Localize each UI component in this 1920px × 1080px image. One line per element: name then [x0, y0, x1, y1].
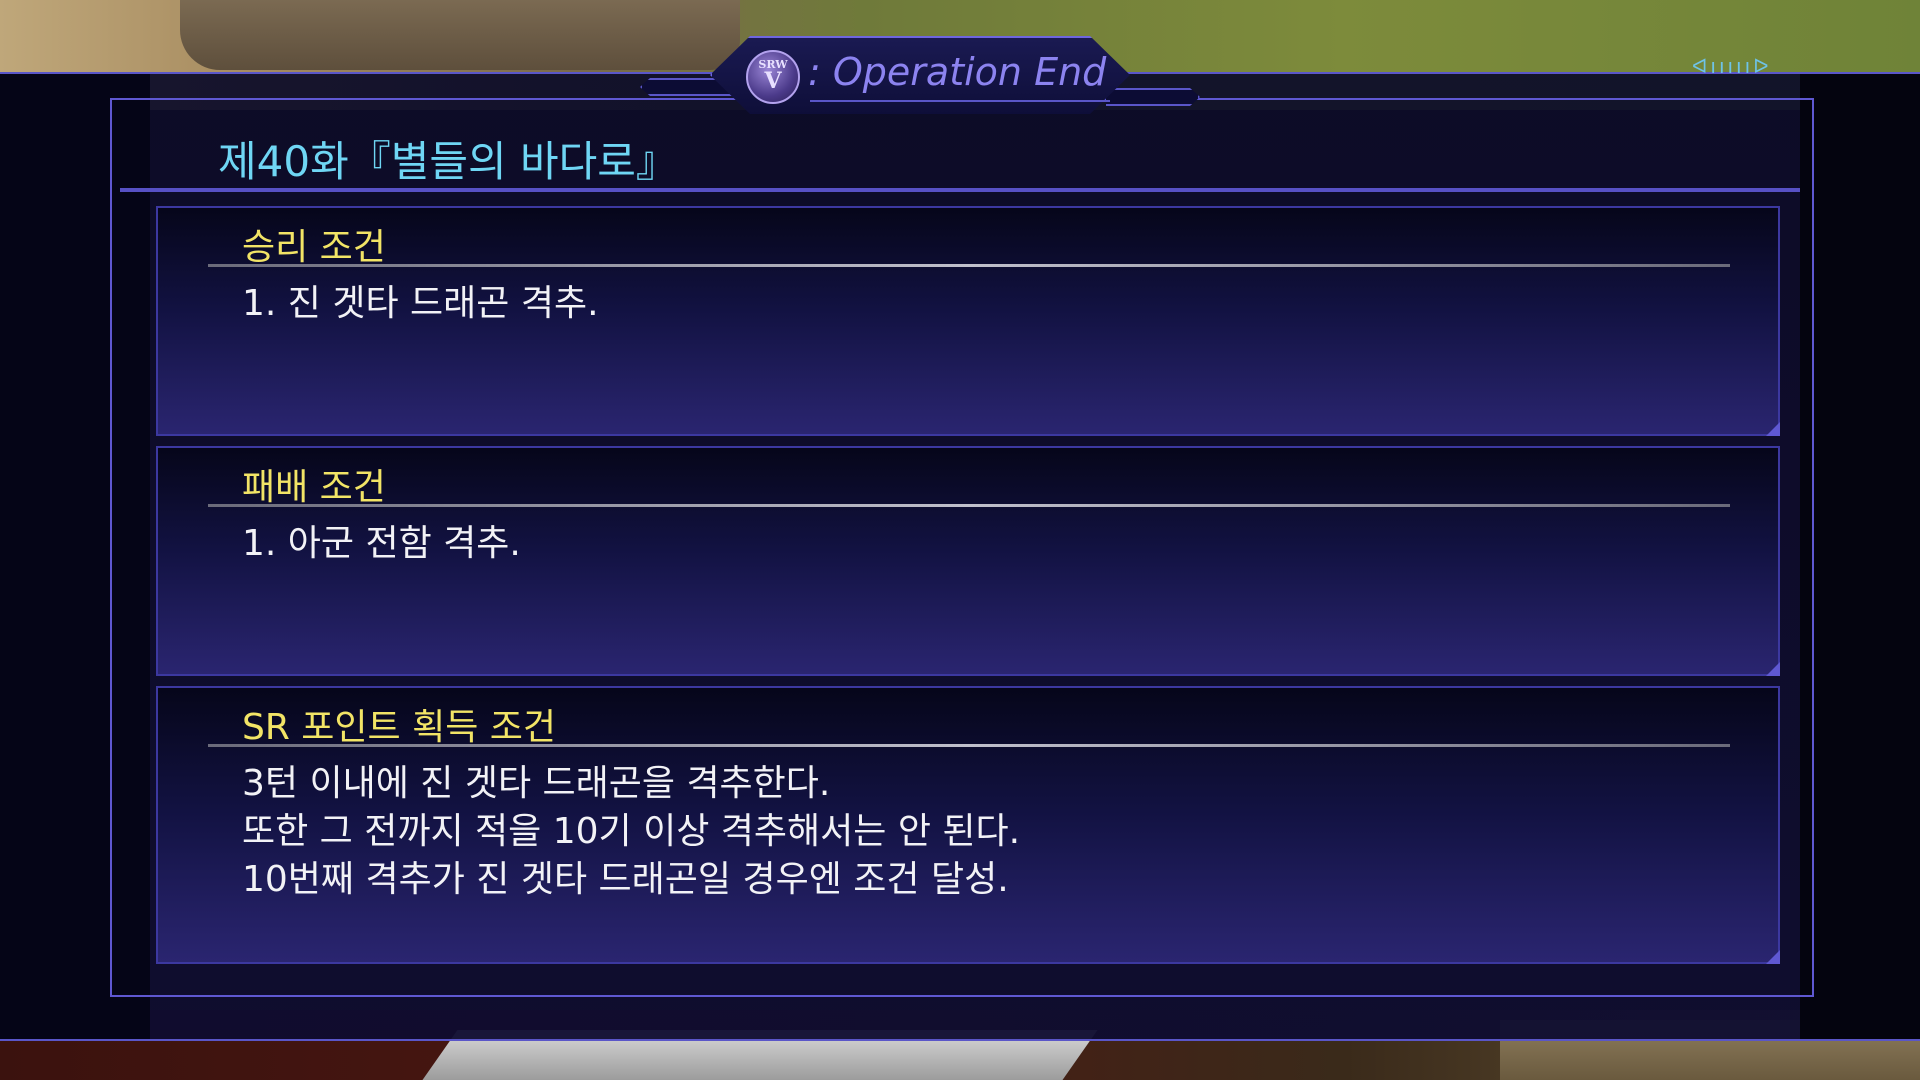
condition-line: 10번째 격추가 진 겟타 드래곤일 경우엔 조건 달성. [242, 859, 1009, 900]
operation-title: : Operation End [808, 50, 1107, 94]
header-underline [810, 100, 1110, 102]
victory-conditions-heading: 승리 조건 [242, 227, 386, 268]
defeat-conditions-box: 패배 조건 1. 아군 전함 격추. [156, 446, 1780, 676]
turn-indicator-icon: ᐊıııııᐅ [1692, 54, 1772, 78]
condition-line: 또한 그 전까지 적을 10기 이상 격추해서는 안 된다. [242, 811, 1021, 852]
logo-text-main: V [764, 68, 782, 94]
condition-line: 3턴 이내에 진 겟타 드래곤을 격추한다. [242, 763, 831, 804]
sr-point-conditions-heading: SR 포인트 획득 조건 [242, 707, 557, 748]
condition-line: 1. 진 겟타 드래곤 격추. [242, 283, 599, 324]
overlay-left-shade [0, 74, 150, 1039]
chapter-title: 제40화『별들의 바다로』 [218, 137, 678, 186]
defeat-conditions-text: 1. 아군 전함 격추. [242, 520, 521, 568]
heading-divider [208, 744, 1730, 747]
victory-conditions-text: 1. 진 겟타 드래곤 격추. [242, 280, 599, 328]
sr-point-conditions-text: 3턴 이내에 진 겟타 드래곤을 격추한다. 또한 그 전까지 적을 10기 이… [242, 760, 1020, 904]
sr-point-conditions-box: SR 포인트 획득 조건 3턴 이내에 진 겟타 드래곤을 격추한다. 또한 그… [156, 686, 1780, 964]
srw-v-logo-icon: SRW V [746, 50, 800, 104]
heading-divider [208, 504, 1730, 507]
heading-divider [208, 264, 1730, 267]
condition-line: 1. 아군 전함 격추. [242, 523, 521, 564]
header-wing-right [1106, 88, 1200, 106]
operation-header: SRW V : Operation End [640, 36, 1200, 114]
victory-conditions-box: 승리 조건 1. 진 겟타 드래곤 격추. [156, 206, 1780, 436]
overlay-right-shade [1800, 74, 1920, 1039]
defeat-conditions-heading: 패배 조건 [242, 467, 386, 508]
